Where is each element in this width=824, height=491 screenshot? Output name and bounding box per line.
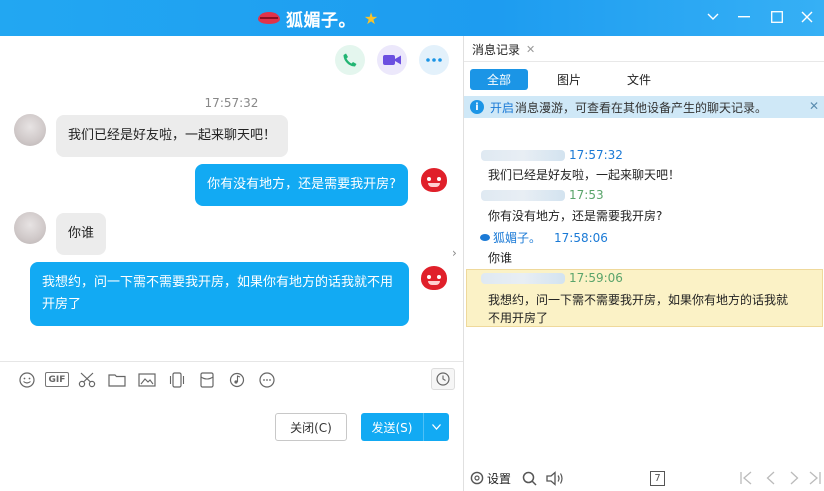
history-message-line: 我想约，问一下需不需要我开房，如果你有地方的话我就 (488, 293, 789, 307)
maximize-icon[interactable] (764, 6, 790, 28)
filter-all[interactable]: 全部 (470, 69, 528, 90)
enable-roaming-link[interactable]: 开启 (490, 99, 514, 116)
phone-call-button[interactable] (335, 45, 365, 75)
history-entry-meta: 17:57:32 (481, 148, 623, 162)
video-call-button[interactable] (377, 45, 407, 75)
title-bar: 狐媚子。 ★ (0, 0, 824, 36)
blurred-sender (481, 190, 565, 201)
history-filters: 全部 图片 文件 (470, 69, 668, 90)
history-entry-meta: 17:53 (481, 188, 604, 202)
history-message: 你谁 (488, 251, 513, 265)
red-packet-icon[interactable] (192, 369, 222, 391)
minimize-icon[interactable] (731, 6, 757, 28)
contact-avatar[interactable] (14, 114, 46, 146)
video-icon (383, 55, 401, 65)
close-notice-icon[interactable]: ✕ (809, 99, 819, 113)
folder-icon[interactable] (102, 369, 132, 391)
lips-icon (480, 234, 490, 241)
message-bubble-incoming: 你谁 (56, 213, 107, 255)
history-footer: 设置 7 (464, 464, 824, 491)
history-sender: 狐媚子。 (493, 231, 542, 245)
filter-files[interactable]: 文件 (610, 69, 668, 90)
contact-avatar[interactable] (14, 212, 46, 244)
calendar-page-label: 7 (650, 470, 665, 486)
shake-icon[interactable] (162, 369, 192, 391)
emoji-icon[interactable] (12, 369, 42, 391)
chat-panel: 17:57:32 我们已经是好友啦，一起来聊天吧！ 你有没有地方，还是需要我开房… (0, 36, 463, 491)
history-time: 17:59:06 (569, 271, 623, 285)
close-icon[interactable] (794, 6, 820, 28)
tab-message-record[interactable]: 消息记录 ✕ (472, 41, 535, 58)
next-page-icon[interactable] (790, 468, 799, 488)
message-bubble-outgoing: 你有没有地方，还是需要我开房? (195, 164, 408, 206)
more-tools-icon[interactable] (252, 369, 282, 391)
phone-icon (343, 53, 357, 67)
history-clock-icon[interactable] (431, 368, 455, 390)
call-actions (335, 45, 449, 75)
self-avatar[interactable] (418, 164, 450, 196)
notice-text: 消息漫游，可查看在其他设备产生的聊天记录。 (515, 100, 768, 115)
music-icon[interactable] (222, 369, 252, 391)
star-icon[interactable]: ★ (362, 9, 380, 28)
filter-images[interactable]: 图片 (540, 69, 598, 90)
history-message: 你有没有地方，还是需要我开房? (488, 209, 663, 223)
history-entry-meta: 狐媚子。 17:58:06 (480, 229, 608, 246)
blurred-sender (481, 150, 565, 161)
settings-label[interactable]: 设置 (487, 468, 511, 488)
message-bubble-incoming: 我们已经是好友啦，一起来聊天吧！ (56, 115, 289, 157)
history-time: 17:57:32 (569, 148, 623, 162)
chat-timestamp: 17:57:32 (204, 96, 259, 110)
settings-gear-icon[interactable] (470, 468, 484, 488)
input-toolbar: GIF (0, 361, 463, 397)
history-panel: 消息记录 ✕ 全部 图片 文件 i 开启 消息漫游，可查看在其他设备产生的聊天记… (463, 36, 824, 491)
first-page-icon[interactable] (740, 468, 753, 488)
close-tab-icon[interactable]: ✕ (526, 43, 535, 56)
history-time: 17:53 (569, 188, 604, 202)
info-icon: i (470, 100, 484, 114)
scissors-icon[interactable] (72, 369, 102, 391)
image-icon[interactable] (132, 369, 162, 391)
history-entry-meta: 17:59:06 (481, 271, 623, 285)
calendar-icon[interactable]: 7 (650, 468, 665, 488)
history-message-line: 不用开房了 (488, 311, 549, 325)
speaker-icon[interactable] (546, 468, 564, 488)
history-message: 我想约，问一下需不需要我开房，如果你有地方的话我就 不用开房了 (488, 291, 788, 327)
search-icon[interactable] (522, 468, 537, 488)
window-title: 狐媚子。 (286, 10, 356, 31)
close-button[interactable]: 关闭(C) (275, 413, 347, 441)
self-avatar[interactable] (418, 262, 450, 294)
message-line: 我想约，问一下需不需要我开房，如果你有地方的话我就不用 (42, 275, 394, 290)
history-time: 17:58:06 (554, 230, 608, 245)
more-options-button[interactable] (419, 45, 449, 75)
last-page-icon[interactable] (808, 468, 821, 488)
send-options-chevron-icon[interactable] (424, 422, 449, 433)
prev-page-icon[interactable] (766, 468, 775, 488)
blurred-sender (481, 273, 565, 284)
message-bubble-outgoing: 我想约，问一下需不需要我开房，如果你有地方的话我就不用 开房了 (30, 262, 409, 326)
history-tab-header: 消息记录 ✕ (464, 36, 824, 62)
lips-icon (258, 11, 280, 25)
collapse-panel-icon[interactable]: › (452, 246, 457, 260)
message-line: 开房了 (42, 297, 82, 312)
chevron-down-icon[interactable] (700, 6, 726, 28)
gif-icon[interactable]: GIF (45, 372, 69, 387)
tab-message-record-label: 消息记录 (472, 43, 521, 57)
roaming-notice: i 开启 消息漫游，可查看在其他设备产生的聊天记录。 ✕ (464, 96, 824, 118)
send-button-label[interactable]: 发送(S) (361, 419, 423, 436)
more-icon (426, 58, 442, 62)
send-button[interactable]: 发送(S) (361, 413, 449, 441)
history-message: 我们已经是好友啦，一起来聊天吧！ (488, 168, 681, 182)
title-wrap: 狐媚子。 ★ (258, 6, 380, 31)
